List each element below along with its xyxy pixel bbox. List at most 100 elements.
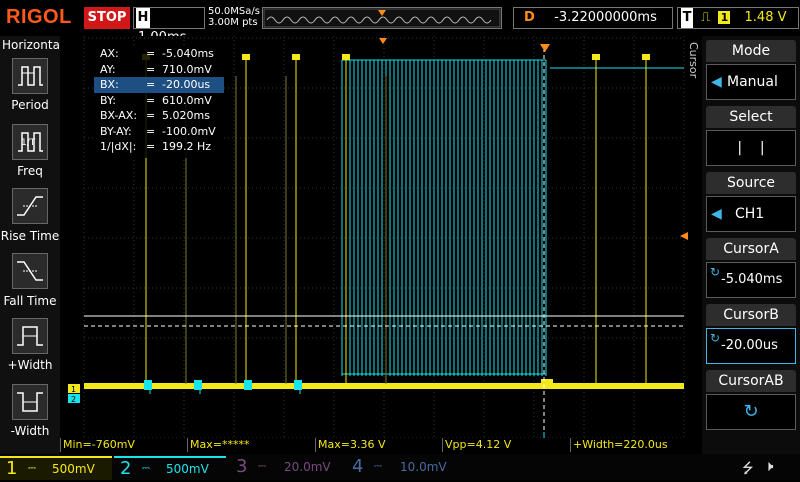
measurement-pos-width: +Width=220.0us	[570, 438, 668, 452]
horizontal-measure-panel: Horizontal Period 1/T Freq Rise Time Fal…	[0, 36, 64, 456]
readout-eq: =	[146, 140, 156, 153]
trigger-box[interactable]: T ⎍ 1 1.48 V	[677, 7, 799, 29]
svg-text:1/T: 1/T	[21, 138, 36, 148]
speaker-mute-icon[interactable]: 🕨	[764, 457, 773, 475]
dc-coupling-icon: ⎓	[258, 461, 266, 472]
ch1-pulse-top	[342, 54, 350, 60]
cursor-b-value: -20.00us	[721, 338, 778, 353]
dc-coupling-icon: ⎓	[374, 461, 382, 472]
ch1-pulse-top	[642, 54, 650, 60]
run-stop-indicator[interactable]: STOP	[84, 7, 130, 29]
channel-2-marker-label: 2	[71, 395, 76, 404]
rise-time-button[interactable]	[12, 188, 48, 224]
channel-4-number: 4	[352, 456, 364, 477]
positive-width-icon	[17, 326, 43, 346]
readout-label: BY:	[100, 93, 116, 107]
select-value: | |	[737, 140, 765, 156]
channel-3-number: 3	[236, 456, 248, 477]
memory-depth: 3.00M pts	[208, 17, 258, 28]
mode-selector[interactable]: ◀ Manual	[706, 64, 796, 100]
memory-waveform-overview	[263, 8, 501, 28]
measurement-vpp: Vpp=4.12 V	[442, 438, 511, 452]
channel-bar: 1 ⎓ 500mV 2 ⎓ 500mV 3 ⎓ 20.0mV 4 ⎓ 10.0m…	[0, 454, 800, 480]
readout-label: BX-AX:	[100, 109, 138, 122]
trigger-key: T	[681, 8, 693, 28]
cursor-b-control[interactable]: ↻ -20.00us	[706, 328, 796, 364]
readout-eq: =	[146, 47, 156, 60]
cursor-readout-panel: AX: = -5.040ms AY: = 710.0mV BX: = -20.00us BY…	[94, 46, 224, 158]
fall-time-icon	[17, 261, 43, 281]
rise-time-icon	[17, 196, 43, 216]
readout-eq: =	[146, 78, 156, 91]
usb-icon: ⭍	[742, 461, 754, 477]
readout-eq: =	[146, 93, 156, 107]
ch2-pulse-block	[244, 380, 252, 390]
panel-title: Horizontal	[2, 38, 64, 52]
channel-2-scale: 500mV	[166, 462, 209, 476]
channel-4-scale: 10.0mV	[400, 460, 447, 474]
readout-label: AY:	[100, 62, 116, 76]
readout-row-inv-dx: 1/|dX|: = 199.2 Hz	[94, 139, 224, 155]
channel-1-scale: 500mV	[52, 462, 95, 476]
fall-time-label: Fall Time	[3, 294, 57, 308]
negative-width-label: -Width	[10, 424, 50, 438]
select-title: Select	[706, 106, 796, 128]
sample-rate: 50.0MSa/s	[208, 6, 260, 17]
delay-key: D	[524, 10, 535, 25]
delay-box[interactable]: D -3.22000000ms	[513, 7, 673, 29]
cursor-side-tab: Cursor	[687, 38, 700, 148]
triangle-left-icon: ◀	[711, 206, 722, 222]
cursor-a-control[interactable]: ↻ -5.040ms	[706, 262, 796, 298]
horizontal-scale-box[interactable]: H 1.00ms	[133, 7, 205, 45]
readout-row-bx: BX: = -20.00us	[94, 77, 224, 93]
channel-3-tab[interactable]: 3 ⎓ 20.0mV	[230, 456, 342, 478]
period-label: Period	[11, 98, 49, 112]
cursor-side-label: Cursor	[687, 42, 700, 79]
ch1-pulse-top	[592, 54, 600, 60]
rising-edge-icon: ⎍	[701, 10, 711, 25]
ch2-pulse-block	[194, 380, 202, 390]
channel-1-tab[interactable]: 1 ⎓ 500mV	[0, 456, 112, 480]
readout-eq: =	[146, 124, 156, 138]
positive-width-label: +Width	[7, 358, 53, 372]
freq-button[interactable]: 1/T	[12, 124, 48, 160]
measurement-min: Min=-760mV	[60, 438, 135, 452]
select-selector[interactable]: | |	[706, 130, 796, 166]
acquisition-info: 50.0MSa/s 3.00M pts	[208, 6, 260, 28]
triangle-left-icon: ◀	[711, 74, 722, 90]
channel-4-tab[interactable]: 4 ⎓ 10.0mV	[346, 456, 458, 478]
period-button[interactable]	[12, 58, 48, 94]
channel-2-number: 2	[120, 458, 132, 479]
readout-label: BY-AY:	[100, 124, 132, 138]
channel-1-number: 1	[6, 458, 18, 479]
readout-value: -5.040ms	[162, 47, 214, 60]
readout-row-ay: AY: = 710.0mV	[94, 62, 224, 78]
negative-width-button[interactable]	[12, 384, 48, 420]
mode-value: Manual	[727, 74, 778, 90]
rotate-knob-icon: ↻	[710, 331, 721, 345]
readout-row-ax: AX: = -5.040ms	[94, 46, 224, 62]
readout-value: 199.2 Hz	[162, 140, 212, 153]
ch1-pulse-top	[242, 54, 250, 60]
readout-value: 710.0mV	[162, 62, 212, 76]
source-title: Source	[706, 172, 796, 194]
readout-label: AX:	[100, 47, 119, 60]
trigger-level: 1.48 V	[744, 10, 787, 25]
readout-eq: =	[146, 109, 156, 122]
readout-value: -100.0mV	[162, 124, 216, 138]
source-value: CH1	[735, 206, 765, 222]
ch2-pulse-block	[294, 380, 302, 390]
fall-time-button[interactable]	[12, 253, 48, 289]
mode-title: Mode	[706, 40, 796, 62]
source-selector[interactable]: ◀ CH1	[706, 196, 796, 232]
negative-width-icon	[17, 392, 43, 412]
memory-position-bar[interactable]	[262, 7, 502, 29]
channel-3-scale: 20.0mV	[284, 460, 331, 474]
cursor-ab-control[interactable]: ↻	[706, 394, 796, 430]
period-icon	[18, 66, 43, 86]
rise-time-label: Rise Time	[0, 229, 60, 243]
readout-eq: =	[146, 62, 156, 76]
readout-label: BX:	[100, 78, 119, 91]
channel-2-tab[interactable]: 2 ⎓ 500mV	[114, 456, 226, 480]
positive-width-button[interactable]	[12, 318, 48, 354]
